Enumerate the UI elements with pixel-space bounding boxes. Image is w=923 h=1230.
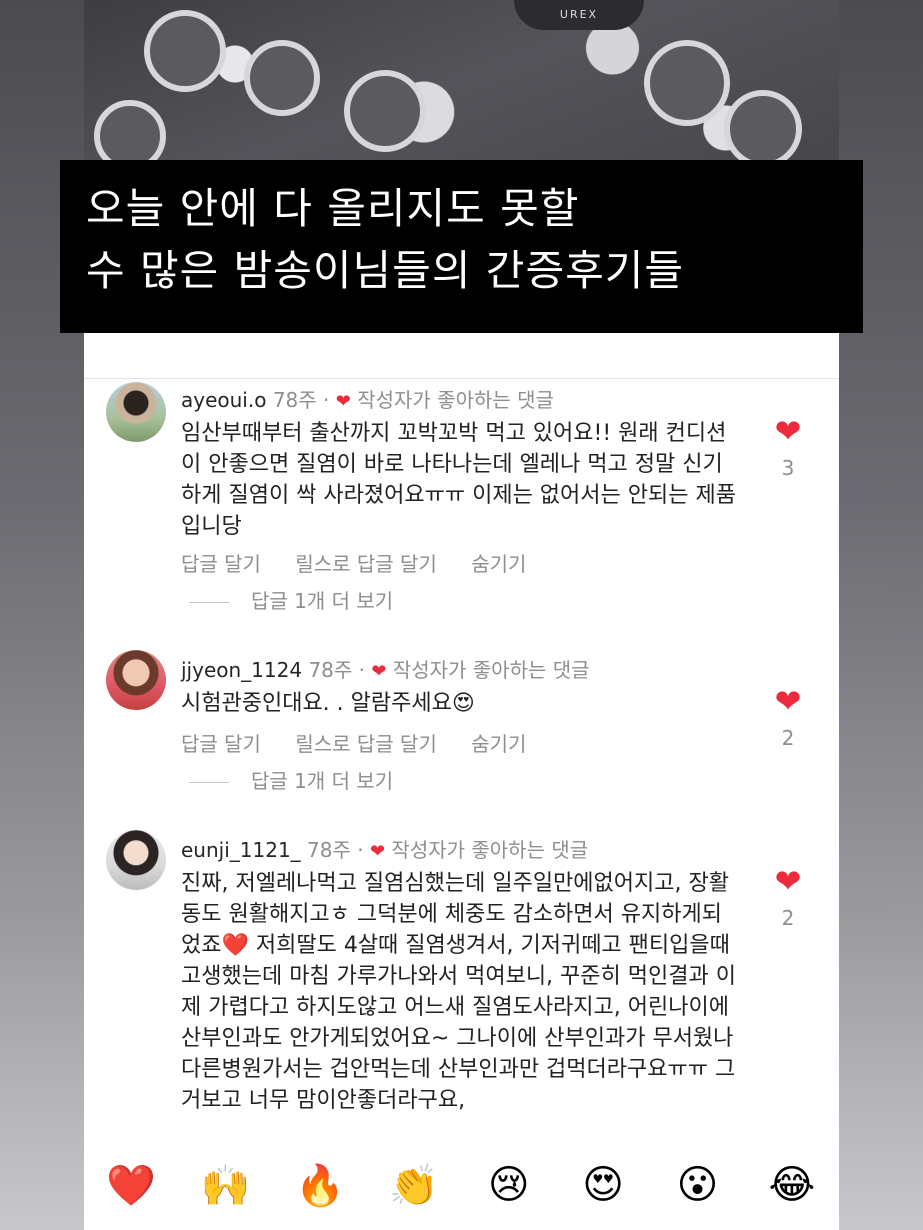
heart-eyes-reaction-icon[interactable]: 😍 (573, 1162, 633, 1208)
quick-reactions-bar: ❤️ 🙌 🔥 👏 😢 😍 😮 😂 (84, 1140, 839, 1230)
timestamp: 78주 (272, 388, 317, 412)
caption-line-1: 오늘 안에 다 올리지도 못할 (86, 184, 580, 233)
like-control[interactable]: ❤ 3 (768, 414, 808, 480)
product-label: UREX (514, 0, 644, 30)
view-more-replies[interactable]: 답글 1개 더 보기 (189, 765, 393, 794)
liked-by-author-label: 작성자가 좋아하는 댓글 (392, 658, 590, 682)
comment-item: eunji_1121_ 78주 · ❤ 작성자가 좋아하는 댓글 진짜, 저엘레… (84, 828, 839, 1140)
liked-by-author-label: 작성자가 좋아하는 댓글 (357, 388, 554, 412)
replies-line (189, 602, 229, 603)
heart-icon[interactable]: ❤ (768, 414, 808, 448)
product-photo: UREX (84, 0, 839, 172)
capsule-cup (724, 90, 802, 168)
avatar[interactable] (106, 382, 166, 442)
capsule-cup (244, 40, 320, 116)
username[interactable]: eunji_1121_ (181, 838, 301, 862)
laughing-reaction-icon[interactable]: 😂 (762, 1162, 822, 1208)
surprised-reaction-icon[interactable]: 😮 (667, 1162, 727, 1208)
comment-meta: ayeoui.o 78주 · ❤ 작성자가 좋아하는 댓글 (181, 384, 554, 413)
timestamp: 78주 (307, 838, 351, 862)
reply-button[interactable]: 답글 달기 (181, 732, 261, 756)
avatar[interactable] (106, 650, 166, 710)
comment-meta: eunji_1121_ 78주 · ❤ 작성자가 좋아하는 댓글 (181, 834, 588, 863)
like-count: 3 (781, 456, 795, 480)
like-count: 2 (781, 906, 795, 930)
author-heart-icon: ❤ (371, 661, 387, 682)
separator: · (323, 388, 330, 412)
author-heart-icon: ❤ (335, 391, 351, 412)
reels-reply-button[interactable]: 릴스로 답글 달기 (295, 552, 437, 576)
capsule-cup (344, 70, 426, 152)
username[interactable]: jjyeon_1124 (181, 658, 302, 682)
replies-line (189, 782, 229, 783)
view-more-replies-label[interactable]: 답글 1개 더 보기 (251, 589, 393, 613)
hide-button[interactable]: 숨기기 (471, 732, 526, 756)
caption-line-2: 수 많은 밤송이님들의 간증후기들 (86, 246, 685, 295)
liked-by-author-label: 작성자가 좋아하는 댓글 (391, 838, 589, 862)
view-more-replies[interactable]: 답글 1개 더 보기 (189, 585, 393, 614)
heart-icon[interactable]: ❤ (768, 684, 808, 718)
hide-button[interactable]: 숨기기 (471, 552, 526, 576)
capsule-cup (144, 10, 226, 92)
avatar[interactable] (106, 830, 166, 890)
comment-text: 시험관중인대요. . 알람주세요😍 (181, 691, 475, 716)
crying-reaction-icon[interactable]: 😢 (479, 1162, 539, 1208)
comment-actions: 답글 달기 릴스로 답글 달기 숨기기 (181, 548, 554, 577)
reply-button[interactable]: 답글 달기 (181, 552, 261, 576)
view-more-replies-label[interactable]: 답글 1개 더 보기 (251, 769, 393, 793)
reels-reply-button[interactable]: 릴스로 답글 달기 (295, 732, 437, 756)
comment-meta: jjyeon_1124 78주 · ❤ 작성자가 좋아하는 댓글 (181, 654, 590, 683)
comment-item: jjyeon_1124 78주 · ❤ 작성자가 좋아하는 댓글 시험관중인대요… (84, 648, 839, 808)
timestamp: 78주 (308, 658, 353, 682)
comment-text: 임산부때부터 출산까지 꼬박꼬박 먹고 있어요!! 원래 컨디션이 안좋으면 질… (181, 421, 736, 539)
heart-reaction-icon[interactable]: ❤️ (101, 1162, 161, 1209)
comment-text: 진짜, 저엘레나먹고 질염심했는데 일주일만에없어지고, 장활동도 원활해지고ㅎ… (181, 871, 736, 1113)
like-control[interactable]: ❤ 2 (768, 684, 808, 750)
author-heart-icon: ❤ (369, 841, 386, 862)
like-control[interactable]: ❤ 2 (768, 864, 808, 930)
like-count: 2 (781, 726, 795, 750)
clapping-reaction-icon[interactable]: 👏 (384, 1162, 444, 1209)
separator: · (357, 838, 364, 862)
comment-item: ayeoui.o 78주 · ❤ 작성자가 좋아하는 댓글 임산부때부터 출산까… (84, 378, 839, 628)
heart-icon[interactable]: ❤ (768, 864, 808, 898)
raised-hands-reaction-icon[interactable]: 🙌 (196, 1162, 256, 1209)
separator: · (358, 658, 366, 682)
username[interactable]: ayeoui.o (181, 388, 266, 412)
capsule-cup (644, 40, 730, 126)
comment-actions: 답글 달기 릴스로 답글 달기 숨기기 (181, 728, 554, 757)
caption-banner: 오늘 안에 다 올리지도 못할 수 많은 밤송이님들의 간증후기들 (60, 160, 863, 333)
fire-reaction-icon[interactable]: 🔥 (290, 1162, 350, 1209)
